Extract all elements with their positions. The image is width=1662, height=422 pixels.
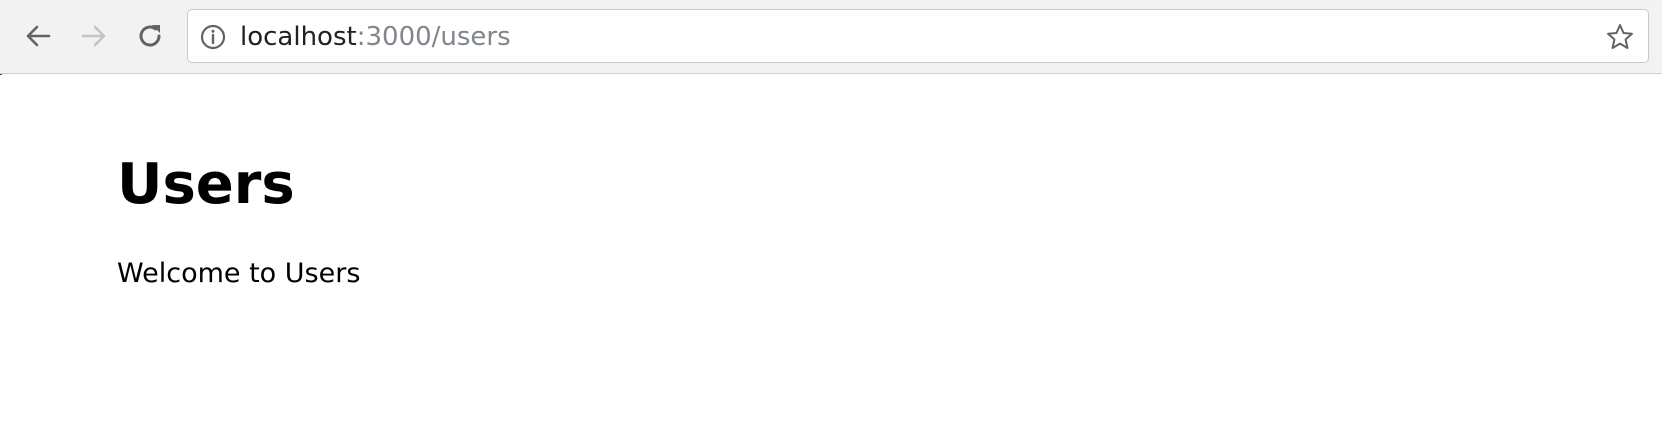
forward-button[interactable] <box>74 16 114 56</box>
url-path: :3000/users <box>356 22 511 52</box>
star-icon <box>1607 24 1633 49</box>
address-bar[interactable]: localhost:3000/users <box>187 9 1649 63</box>
url-input[interactable]: localhost:3000/users <box>240 21 511 53</box>
back-button[interactable] <box>18 16 58 56</box>
info-icon[interactable] <box>200 24 226 50</box>
reload-icon <box>139 25 161 47</box>
page-title: Users <box>117 152 295 217</box>
page-content <box>0 75 1662 422</box>
browser-toolbar: localhost:3000/users <box>0 0 1662 74</box>
arrow-right-icon <box>81 25 106 47</box>
bookmark-button[interactable] <box>1604 21 1636 53</box>
arrow-left-icon <box>26 25 51 47</box>
page-subtitle: Welcome to Users <box>117 258 361 289</box>
url-host: localhost <box>240 22 357 52</box>
reload-button[interactable] <box>130 16 170 56</box>
